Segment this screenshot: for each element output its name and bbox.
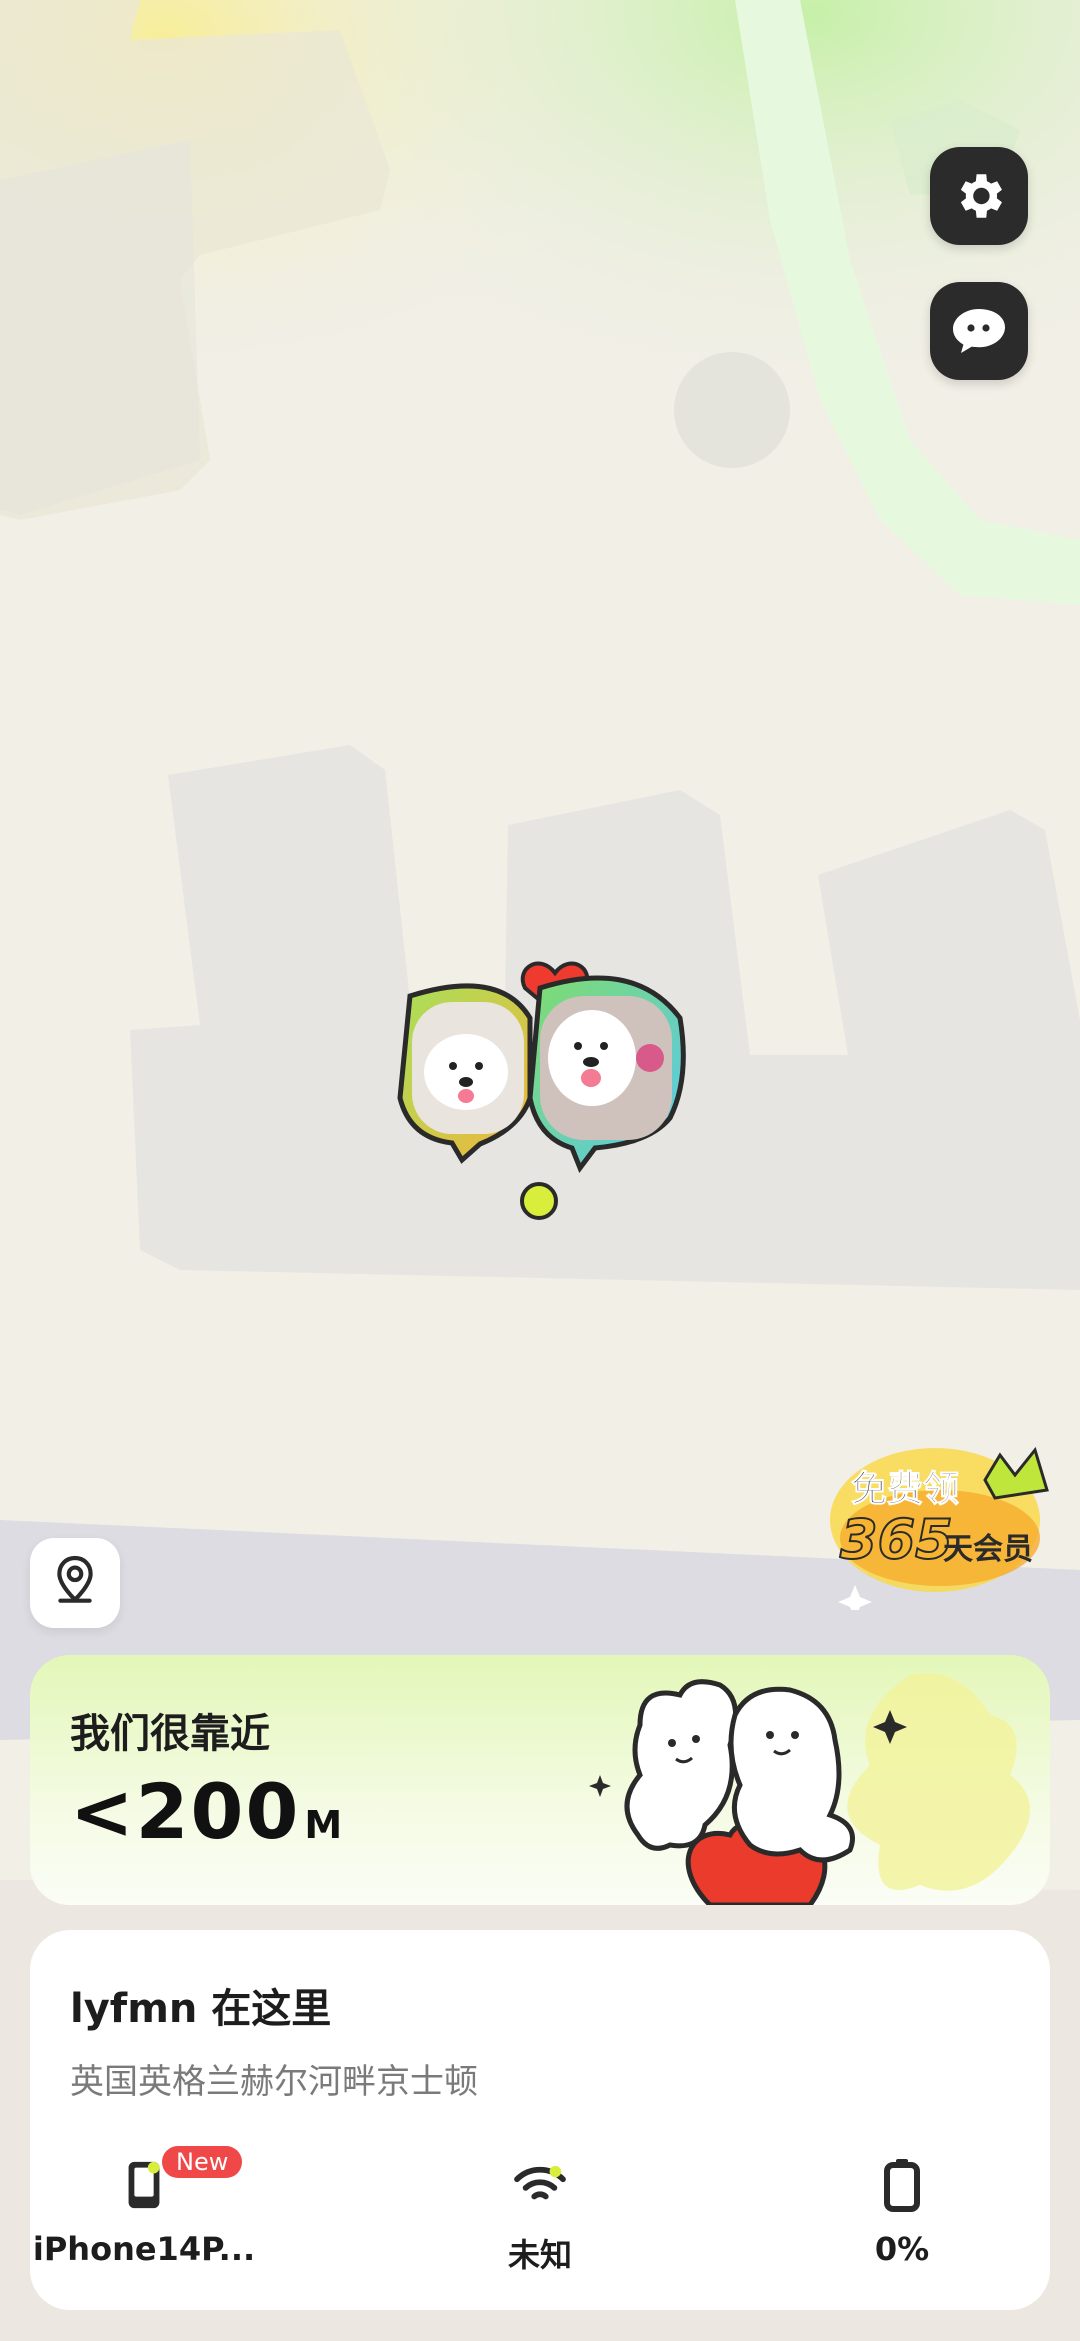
- user-avatars-marker[interactable]: [390, 948, 700, 1178]
- wifi-icon: [514, 2165, 566, 2200]
- user-info-card[interactable]: lyfmn 在这里 英国英格兰赫尔河畔京士顿 New iPhone14P... …: [30, 1930, 1050, 2310]
- couple-illustration: [589, 1673, 1030, 1905]
- promo-line2-text: 天会员: [943, 1532, 1033, 1567]
- distance-value: <200: [70, 1767, 301, 1856]
- phone-icon: [128, 2161, 160, 2209]
- gear-icon: [960, 174, 1002, 218]
- user-location-title: lyfmn 在这里: [70, 1986, 332, 2032]
- battery-stat[interactable]: 0%: [772, 2150, 1032, 2268]
- proximity-card: 我们很靠近 <200 M: [30, 1655, 1050, 1905]
- new-badge: New: [162, 2146, 243, 2178]
- battery-label: 0%: [874, 2230, 930, 2268]
- battery-icon: [884, 2159, 920, 2212]
- promo-banner[interactable]: 免费领 365 天会员: [815, 1420, 1065, 1610]
- promo-line1: 免费领: [850, 1469, 960, 1511]
- user-address: 英国英格兰赫尔河畔京士顿: [70, 2062, 478, 2102]
- proximity-title: 我们很靠近: [70, 1711, 270, 1757]
- chat-bubble-icon: [953, 309, 1005, 353]
- avatar-pair: [397, 961, 686, 1174]
- distance-unit: M: [304, 1803, 343, 1847]
- distance-readout: <200 M: [70, 1767, 342, 1856]
- location-pin-icon: [57, 1555, 93, 1603]
- promo-number: 365: [839, 1507, 954, 1572]
- device-stat[interactable]: New iPhone14P...: [14, 2146, 274, 2268]
- network-stat[interactable]: 未知: [410, 2150, 670, 2276]
- settings-button[interactable]: [930, 147, 1028, 245]
- location-dot: [520, 1182, 558, 1220]
- locate-button[interactable]: [30, 1538, 120, 1628]
- device-label: iPhone14P...: [32, 2230, 256, 2268]
- network-label: 未知: [507, 2236, 572, 2274]
- chat-button[interactable]: [930, 282, 1028, 380]
